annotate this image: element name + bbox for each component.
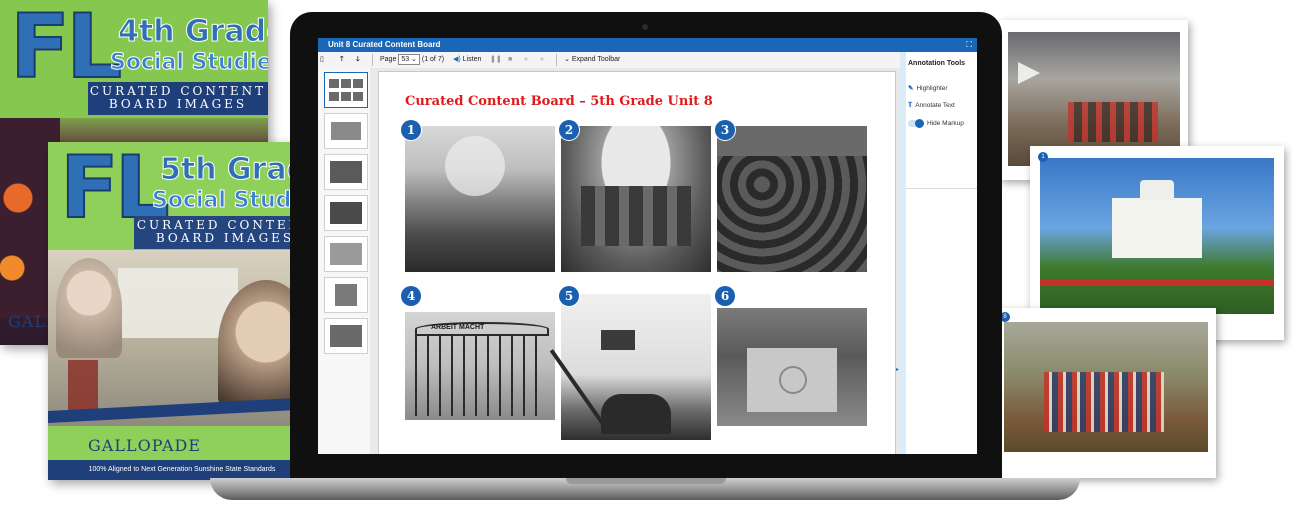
text-icon: 𝐓	[908, 102, 913, 109]
page-thumbnail[interactable]	[324, 318, 368, 354]
document-viewport[interactable]: Curated Content Board – 5th Grade Unit 8…	[370, 68, 900, 454]
photo-briefing	[717, 126, 867, 272]
expand-icon[interactable]: ⛶	[966, 38, 972, 52]
book-cover-5th-grade: FL 5th Grade Social Studies CURATED CONT…	[48, 142, 316, 480]
viewer-app: Unit 8 Curated Content Board ⛶ ▯ 🡑 🡓 Pag…	[318, 38, 977, 454]
page-count: (1 of 7)	[421, 56, 445, 63]
hide-markup-toggle[interactable]: Hide Markup	[908, 119, 964, 128]
listen-label: Listen	[462, 56, 482, 63]
flowers-strip	[1040, 280, 1274, 286]
document-page: Curated Content Board – 5th Grade Unit 8…	[378, 71, 896, 454]
photo-iwo-jima	[549, 294, 711, 440]
photo-number-badge: 2	[559, 120, 579, 140]
page-select-value: 53	[401, 56, 410, 63]
briefing-background	[717, 126, 867, 156]
white-house-roof	[1140, 180, 1174, 200]
highlighter-icon: ✎	[908, 85, 914, 92]
stop-icon[interactable]: ■	[508, 52, 512, 68]
photo-camp-gate: ARBEIT MACHT	[405, 312, 555, 420]
laptop-opening-notch	[566, 478, 726, 484]
annotate-text-label: Annotate Text	[915, 102, 955, 109]
hide-markup-label: Hide Markup	[927, 120, 964, 128]
photo-number-badge: 1	[401, 120, 421, 140]
page-select[interactable]: 53 ⌄	[398, 54, 420, 65]
panel-divider	[906, 188, 977, 189]
collapse-panel-icon[interactable]: ▸	[896, 366, 899, 373]
board-title: Curated Content Board – 5th Grade Unit 8	[405, 94, 713, 109]
annotation-panel: Annotation Tools ✎ Highlighter 𝐓 Annotate …	[900, 52, 977, 454]
play-icon	[1018, 62, 1040, 84]
photo-number-badge: 6	[715, 286, 735, 306]
pause-icon[interactable]: ❚❚	[490, 52, 502, 68]
card-surrender: 8	[996, 308, 1216, 478]
soldiers-silhouette	[601, 394, 671, 434]
flag	[601, 330, 635, 350]
un-emblem	[779, 366, 807, 394]
annotate-text-tool[interactable]: 𝐓 Annotate Text	[908, 102, 955, 110]
standards-footer: 100% Aligned to Next Generation Sunshine…	[48, 460, 316, 480]
publisher-logo: GALLOPADE	[88, 436, 202, 455]
page-control: Page 53 ⌄ (1 of 7)	[380, 52, 444, 68]
toggle-switch[interactable]	[908, 119, 924, 128]
page-thumbnail[interactable]	[324, 195, 368, 231]
expand-toolbar-button[interactable]: ⌄ Expand Toolbar	[564, 52, 620, 68]
thumbnail-sidebar	[318, 68, 371, 454]
expand-toolbar-label: Expand Toolbar	[571, 56, 621, 63]
flag-pole	[549, 349, 605, 426]
grade-line: 4th Grade	[118, 14, 268, 50]
photo-number-badge: 5	[559, 286, 579, 306]
arrow-up-icon[interactable]: 🡑	[340, 52, 344, 68]
smoke-cloud	[445, 136, 505, 196]
annotation-title: Annotation Tools	[908, 60, 966, 67]
photo-number-badge: 4	[401, 286, 421, 306]
arrow-down-icon[interactable]: 🡓	[356, 52, 360, 68]
highlighter-label: Highlighter	[916, 85, 948, 92]
listen-button[interactable]: ◀) Listen	[453, 52, 481, 68]
toolbar: ▯ 🡑 🡓 Page 53 ⌄ (1 of 7) ◀) Listen ❚❚ ■ …	[318, 52, 900, 69]
photo-number-badge: 3	[715, 120, 735, 140]
page-thumbnail[interactable]	[324, 113, 368, 149]
page-thumbnail[interactable]	[324, 154, 368, 190]
band-line-2: BOARD IMAGES	[155, 231, 295, 245]
gate-bars	[415, 336, 545, 416]
toolbar-divider	[372, 54, 373, 66]
page-thumbnail[interactable]	[324, 236, 368, 272]
highlighter-tool[interactable]: ✎ Highlighter	[908, 84, 948, 92]
band-line-2: BOARD IMAGES	[108, 97, 248, 111]
airmen-figures	[581, 186, 691, 246]
toolbar-divider	[556, 54, 557, 66]
photo-airmen	[561, 126, 711, 272]
photo-un-flag	[717, 308, 867, 426]
page-thumbnail[interactable]	[324, 72, 368, 108]
fast-forward-icon[interactable]: »	[540, 52, 544, 68]
window-titlebar: Unit 8 Curated Content Board ⛶	[318, 38, 977, 52]
card-caption	[1066, 464, 1067, 469]
subject-line: Social Studies	[110, 50, 268, 76]
rewind-icon[interactable]: «	[524, 52, 528, 68]
card-number-badge: 1	[1038, 152, 1048, 162]
martha-washington-portrait	[56, 258, 122, 358]
state-abbr: FL	[9, 0, 123, 98]
page-thumbnail[interactable]	[324, 277, 368, 313]
white-house-building	[1112, 198, 1202, 258]
page-label: Page	[380, 56, 397, 63]
photo-pearl-harbor	[405, 126, 555, 272]
soldiers-detail	[1068, 102, 1158, 142]
sidebar-toggle-icon[interactable]: ▯	[320, 52, 324, 68]
chevron-down-icon: ⌄	[564, 56, 570, 63]
troops-detail	[1044, 372, 1164, 432]
cover-band: CURATED CONTENT BOARD IMAGES	[88, 82, 268, 115]
white-house-photo	[1040, 158, 1274, 314]
speaker-icon: ◀)	[453, 56, 461, 63]
gate-sign: ARBEIT MACHT	[431, 324, 485, 331]
cover-band: CURATED CONTENT BOARD IMAGES	[134, 216, 316, 249]
window-title: Unit 8 Curated Content Board	[328, 40, 441, 49]
surrender-painting	[1004, 322, 1208, 452]
webcam	[642, 24, 648, 30]
